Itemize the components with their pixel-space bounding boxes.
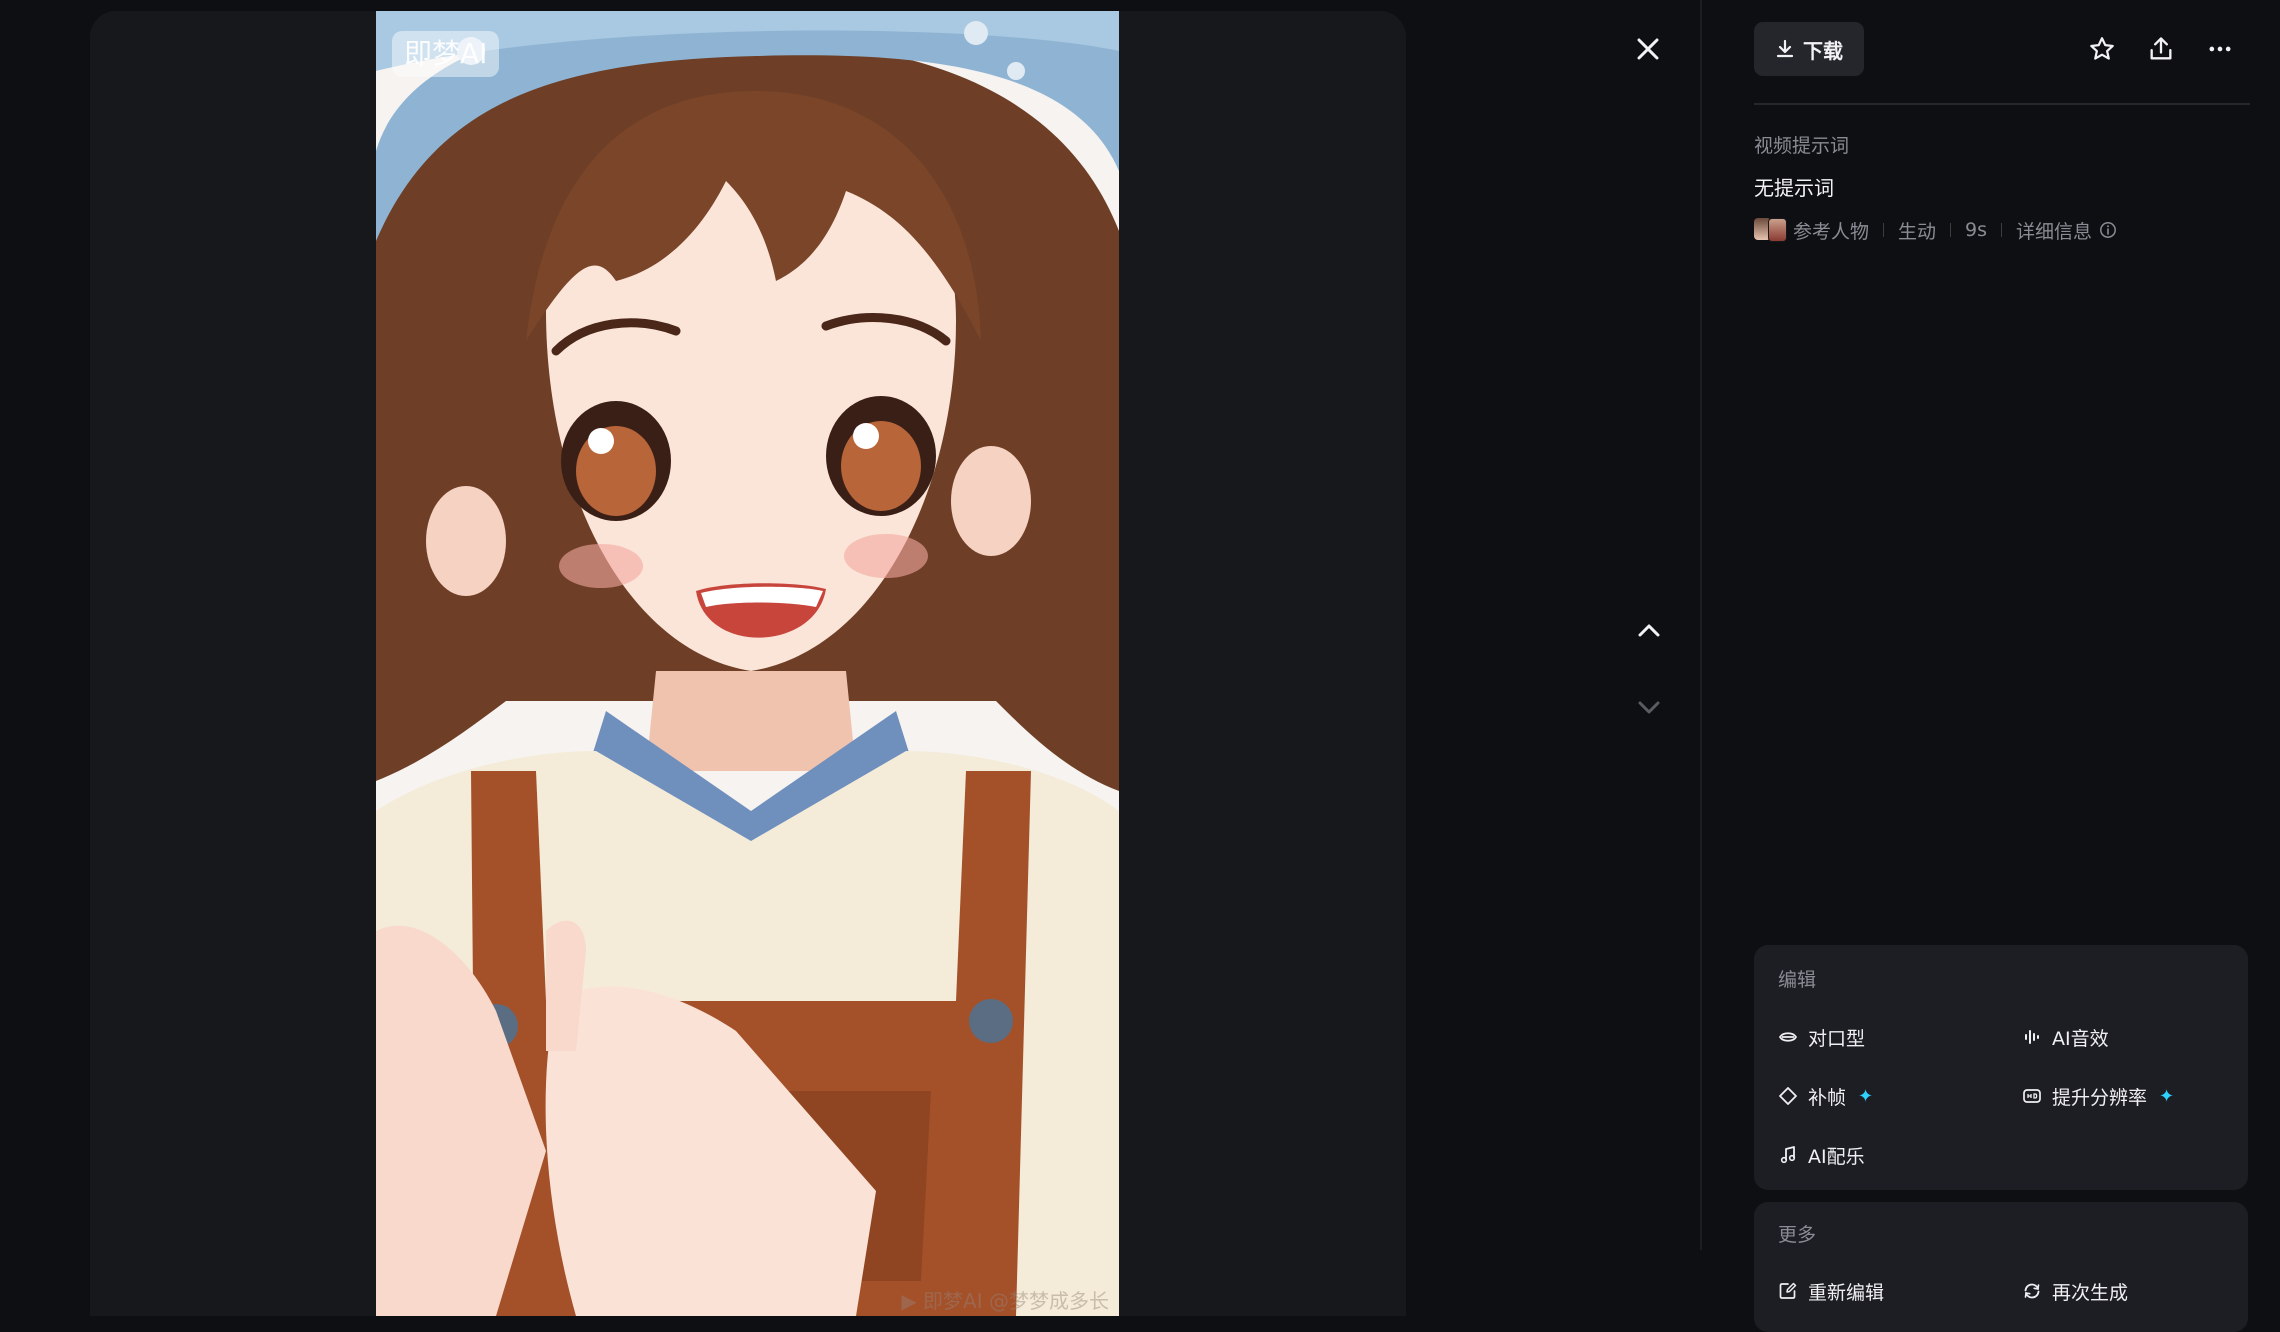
chevron-down-icon <box>1638 701 1660 714</box>
regenerate-button[interactable]: 再次生成 <box>2022 1275 2128 1307</box>
meta-separator <box>2001 223 2003 237</box>
reference-avatar <box>1754 218 1787 242</box>
re-edit-button[interactable]: 重新编辑 <box>1778 1275 1884 1307</box>
frame-icon <box>1779 1087 1797 1105</box>
prompt-section-title: 视频提示词 <box>1754 135 1850 157</box>
lip-sync-icon <box>1779 1032 1797 1042</box>
edit-card-title: 编辑 <box>1778 969 1817 991</box>
sparkle-icon: ✦ <box>2159 1085 2175 1107</box>
regenerate-label: 再次生成 <box>2052 1281 2129 1304</box>
chevron-up-icon <box>1638 624 1660 637</box>
ai-music-button[interactable]: AI配乐 <box>1778 1139 1865 1171</box>
meta-separator <box>1950 223 1952 237</box>
upscale-button[interactable]: 提升分辨率 ✦ <box>2022 1080 2174 1112</box>
upscale-label: 提升分辨率 <box>2052 1086 2148 1109</box>
share-button[interactable] <box>2138 26 2184 72</box>
favorite-button[interactable] <box>2079 26 2125 72</box>
audio-wave-icon <box>2025 1030 2039 1044</box>
more-card: 更多 重新编辑 再次生成 <box>1754 1202 2248 1332</box>
watermark-bottom: ▶ 即梦AI @梦梦成多长 <box>901 1289 1109 1313</box>
meta-reference[interactable]: 参考人物 <box>1793 217 1869 244</box>
generation-meta: 参考人物 生动 9s 详细信息 <box>1754 215 2117 245</box>
info-icon[interactable] <box>2099 221 2117 239</box>
previous-button[interactable] <box>1627 608 1671 652</box>
share-icon <box>2150 37 2172 60</box>
edit-card: 编辑 对口型 AI音效 补帧 ✦ 提升分辨率 ✦ AI配乐 <box>1754 945 2248 1190</box>
close-icon <box>1637 38 1659 60</box>
meta-duration: 9s <box>1965 219 1988 241</box>
more-icon <box>2209 46 2231 52</box>
download-label: 下载 <box>1803 38 1843 63</box>
music-note-icon <box>1780 1146 1796 1164</box>
frame-interpolation-button[interactable]: 补帧 ✦ <box>1778 1080 1873 1112</box>
prompt-text: 无提示词 <box>1754 176 1834 200</box>
more-card-title: 更多 <box>1778 1224 1817 1246</box>
hd-icon <box>2023 1089 2041 1103</box>
regenerate-icon <box>2024 1283 2040 1299</box>
ai-sound-effect-label: AI音效 <box>2052 1027 2109 1050</box>
meta-separator <box>1883 223 1885 237</box>
next-button[interactable] <box>1627 686 1671 730</box>
lip-sync-button[interactable]: 对口型 <box>1778 1021 1865 1053</box>
video-player[interactable]: 即梦AI ▶ 即梦AI @梦梦成多长 <box>376 11 1119 1316</box>
download-button[interactable]: 下载 <box>1754 22 1864 76</box>
video-frame-illustration <box>376 11 1119 1316</box>
ai-sound-effect-button[interactable]: AI音效 <box>2022 1021 2109 1053</box>
meta-style: 生动 <box>1898 220 1937 243</box>
meta-details-link[interactable]: 详细信息 <box>2016 217 2092 244</box>
watermark-top: 即梦AI <box>392 31 500 77</box>
more-button[interactable] <box>2197 26 2243 72</box>
ai-music-label: AI配乐 <box>1808 1145 1865 1168</box>
sparkle-icon: ✦ <box>1858 1085 1874 1107</box>
close-button[interactable] <box>1625 26 1671 72</box>
panel-divider <box>1700 0 1702 1250</box>
download-icon <box>1776 39 1794 58</box>
lip-sync-label: 对口型 <box>1808 1027 1866 1050</box>
toolbar-divider <box>1754 103 2250 105</box>
frame-interpolation-label: 补帧 <box>1808 1086 1847 1109</box>
re-edit-label: 重新编辑 <box>1808 1281 1885 1304</box>
star-icon <box>2090 37 2114 60</box>
edit-icon <box>1779 1282 1797 1299</box>
